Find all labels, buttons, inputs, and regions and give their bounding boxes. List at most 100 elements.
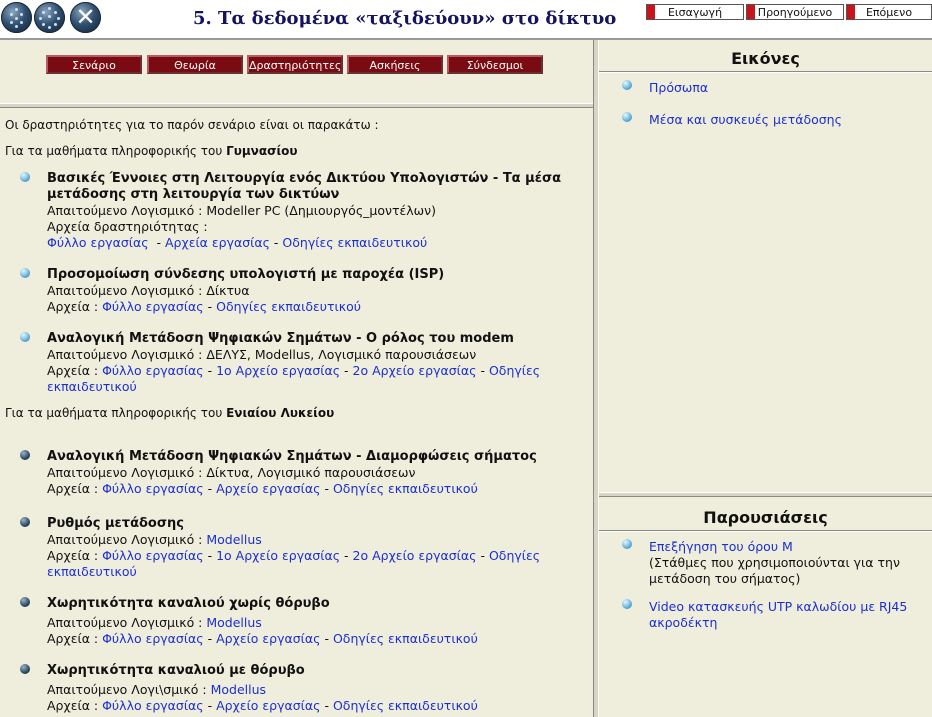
section-heading-gymnasium: Για τα μαθήματα πληροφορικής του Γυμνασί… bbox=[5, 144, 298, 158]
links-line: Αρχεία : Φύλλο εργασίας - Αρχείο εργασία… bbox=[47, 631, 478, 646]
workfiles-link[interactable]: Αρχεία εργασίας bbox=[165, 235, 270, 250]
presentation-item: Video κατασκευής UTP καλωδίου με RJ45 ακ… bbox=[649, 599, 929, 631]
list-item: Βασικές Έννοιες στη Λειτουργία ενός Δικτ… bbox=[47, 171, 587, 251]
tab-exercises[interactable]: Ασκήσεις bbox=[347, 55, 443, 74]
teacher-guide-link[interactable]: Οδηγίες εκπαιδευτικού bbox=[333, 698, 478, 713]
teacher-guide-link[interactable]: Οδηγίες εκπαιδευτικού bbox=[333, 631, 478, 646]
workfiles-link[interactable]: Αρχείο εργασίας bbox=[216, 631, 320, 646]
software-line: Απαιτούμενο Λογισμικό : Modeller PC (Δημ… bbox=[47, 203, 436, 218]
activity-files-label: Αρχεία δραστηριότητας : bbox=[47, 219, 208, 234]
images-heading: Εικόνες bbox=[731, 49, 800, 68]
teacher-guide-link[interactable]: Οδηγίες εκπαιδευτικού bbox=[216, 299, 361, 314]
bullet-icon bbox=[622, 539, 632, 549]
list-item: Χωρητικότητα καναλιού με θόρυβο Απαιτούμ… bbox=[47, 663, 587, 714]
teacher-guide-link[interactable]: Οδηγίες εκπαιδευτικού bbox=[333, 481, 478, 496]
list-item: Αναλογική Μετάδοση Ψηφιακών Σημάτων - Δι… bbox=[47, 449, 587, 497]
close-icon[interactable]: ✕ bbox=[70, 2, 101, 33]
home-globe-icon[interactable] bbox=[1, 2, 32, 33]
teacher-guide-link[interactable]: Οδηγίες εκπαιδευτικού bbox=[282, 235, 427, 250]
tab-scenario[interactable]: Σενάριο bbox=[46, 55, 142, 74]
activity-title: Αναλογική Μετάδοση Ψηφιακών Σημάτων - Δι… bbox=[47, 449, 537, 464]
map-globe-icon[interactable] bbox=[34, 2, 65, 33]
home-button[interactable]: Εισαγωγή bbox=[646, 4, 744, 20]
workfiles-link[interactable]: Αρχείο εργασίας bbox=[216, 698, 320, 713]
bullet-icon bbox=[20, 597, 30, 607]
images-link-media-devices[interactable]: Μέσα και συσκευές μετάδοσης bbox=[649, 112, 929, 128]
links-line: Αρχεία : Φύλλο εργασίας - 1ο Αρχείο εργα… bbox=[47, 363, 541, 378]
activity-title: Βασικές Έννοιες στη Λειτουργία ενός Δικτ… bbox=[47, 171, 561, 202]
presentation-link-m[interactable]: Επεξήγηση του όρου Μ bbox=[649, 539, 793, 554]
tab-links[interactable]: Σύνδεσμοι bbox=[447, 55, 543, 74]
activity-title: Χωρητικότητα καναλιού με θόρυβο bbox=[47, 663, 305, 678]
activities-frame: Οι δραστηριότητες για το παρόν σενάριο ε… bbox=[0, 108, 593, 717]
links-line: Αρχεία : Φύλλο εργασίας - 1ο Αρχείο εργα… bbox=[47, 548, 541, 563]
workfiles-link[interactable]: Αρχείο εργασίας bbox=[216, 481, 320, 496]
activity-title: Ρυθμός μετάδοσης bbox=[47, 516, 184, 531]
worksheet-link[interactable]: Φύλλο εργασίας bbox=[102, 548, 204, 563]
worksheet-link[interactable]: Φύλλο εργασίας bbox=[102, 481, 204, 496]
software-link[interactable]: Modellus bbox=[206, 615, 261, 630]
next-button[interactable]: Επόμενο bbox=[846, 4, 932, 20]
worksheet-link[interactable]: Φύλλο εργασίας bbox=[102, 299, 204, 314]
teacher-guide-link[interactable]: Οδηγίες bbox=[489, 548, 540, 563]
previous-button[interactable]: Προηγούμενο bbox=[746, 4, 844, 20]
list-item: Αναλογική Μετάδοση Ψηφιακών Σημάτων - Ο … bbox=[47, 331, 587, 395]
presentation-item: Επεξήγηση του όρου Μ (Στάθμες που χρησιμ… bbox=[649, 539, 929, 587]
activity-title: Αναλογική Μετάδοση Ψηφιακών Σημάτων - Ο … bbox=[47, 331, 514, 346]
software-line: Απαιτούμενο Λογισμικό : Modellus bbox=[47, 532, 262, 547]
links-line: Αρχεία : Φύλλο εργασίας - Οδηγίες εκπαιδ… bbox=[47, 299, 361, 314]
list-item: Ρυθμός μετάδοσης Απαιτούμενο Λογισμικό :… bbox=[47, 516, 587, 580]
tab-activities[interactable]: Δραστηριότητες bbox=[247, 55, 343, 74]
bullet-icon bbox=[20, 664, 30, 674]
workfile-2-link[interactable]: 2ο Αρχείο εργασίας bbox=[353, 548, 477, 563]
bullet-icon bbox=[622, 80, 632, 90]
list-item: Χωρητικότητα καναλιού χωρίς θόρυβο Απαιτ… bbox=[47, 596, 587, 647]
intro-text: Οι δραστηριότητες για το παρόν σενάριο ε… bbox=[5, 118, 379, 132]
worksheet-link[interactable]: Φύλλο εργασίας bbox=[102, 363, 204, 378]
links-line: Αρχεία : Φύλλο εργασίας - Αρχείο εργασία… bbox=[47, 481, 478, 496]
workfile-2-link[interactable]: 2ο Αρχείο εργασίας bbox=[353, 363, 477, 378]
activity-title: Χωρητικότητα καναλιού χωρίς θόρυβο bbox=[47, 596, 330, 611]
heading-rule bbox=[599, 71, 932, 73]
links-line-continued: εκπαιδευτικού bbox=[47, 564, 587, 580]
bullet-icon bbox=[20, 268, 30, 278]
bullet-icon bbox=[622, 112, 632, 122]
software-line: Απαιτούμενο Λογισμικό : Modellus bbox=[47, 615, 262, 630]
links-line: Φύλλο εργασίας - Αρχεία εργασίας - Οδηγί… bbox=[47, 235, 428, 250]
images-link-faces[interactable]: Πρόσωπα bbox=[649, 80, 929, 96]
section-heading-lyceum: Για τα μαθήματα πληροφορικής του Ενιαίου… bbox=[5, 406, 335, 420]
teacher-guide-link-continued[interactable]: εκπαιδευτικού bbox=[47, 379, 137, 394]
tabs-frame: Σενάριο Θεωρία Δραστηριότητες Ασκήσεις Σ… bbox=[0, 40, 596, 103]
heading-rule bbox=[599, 530, 932, 532]
software-line: Απαιτούμενο Λογισμικό : Δίκτυα, Λογισμικ… bbox=[47, 465, 416, 480]
bullet-icon bbox=[20, 332, 30, 342]
presentations-heading: Παρουσιάσεις bbox=[703, 508, 828, 527]
software-line: Απαιτούμενο Λογισμικό : Δίκτυα bbox=[47, 283, 250, 298]
links-line: Αρχεία : Φύλλο εργασίας - Αρχείο εργασία… bbox=[47, 698, 478, 713]
worksheet-link[interactable]: Φύλλο εργασίας bbox=[102, 698, 204, 713]
links-line-continued: εκπαιδευτικού bbox=[47, 379, 587, 395]
bullet-icon bbox=[622, 599, 632, 609]
worksheet-link[interactable]: Φύλλο εργασίας bbox=[47, 235, 149, 250]
presentation-link-utp-video[interactable]: Video κατασκευής UTP καλωδίου με RJ45 ακ… bbox=[649, 599, 907, 630]
software-link[interactable]: Modellus bbox=[211, 682, 266, 697]
page-title: 5. Τα δεδομένα «ταξιδεύουν» στο δίκτυο bbox=[193, 8, 617, 29]
workfile-1-link[interactable]: 1ο Αρχείο εργασίας bbox=[216, 548, 340, 563]
teacher-guide-link[interactable]: Οδηγίες bbox=[489, 363, 540, 378]
activity-title: Προσομοίωση σύνδεσης υπολογιστή με παροχ… bbox=[47, 267, 445, 282]
software-link[interactable]: Modellus bbox=[206, 532, 261, 547]
workfile-1-link[interactable]: 1ο Αρχείο εργασίας bbox=[216, 363, 340, 378]
tab-theory[interactable]: Θεωρία bbox=[147, 55, 243, 74]
list-item: Προσομοίωση σύνδεσης υπολογιστή με παροχ… bbox=[47, 267, 587, 315]
bullet-icon bbox=[20, 450, 30, 460]
bullet-icon bbox=[20, 517, 30, 527]
software-line: Απαιτούμενο Λογι\σμικό : Modellus bbox=[47, 682, 267, 697]
top-bar: ✕ 5. Τα δεδομένα «ταξιδεύουν» στο δίκτυο… bbox=[0, 0, 932, 40]
teacher-guide-link-continued[interactable]: εκπαιδευτικού bbox=[47, 564, 137, 579]
presentation-note: (Στάθμες που χρησιμοποιούνται για την με… bbox=[649, 555, 900, 586]
images-frame: Εικόνες Πρόσωπα Μέσα και συσκευές μετάδο… bbox=[599, 40, 932, 492]
software-line: Απαιτούμενο Λογισμικό : ΔΕΛΥΣ, Modellus,… bbox=[47, 347, 477, 362]
presentations-frame: Παρουσιάσεις Επεξήγηση του όρου Μ (Στάθμ… bbox=[599, 497, 932, 717]
worksheet-link[interactable]: Φύλλο εργασίας bbox=[102, 631, 204, 646]
bullet-icon bbox=[20, 172, 30, 182]
